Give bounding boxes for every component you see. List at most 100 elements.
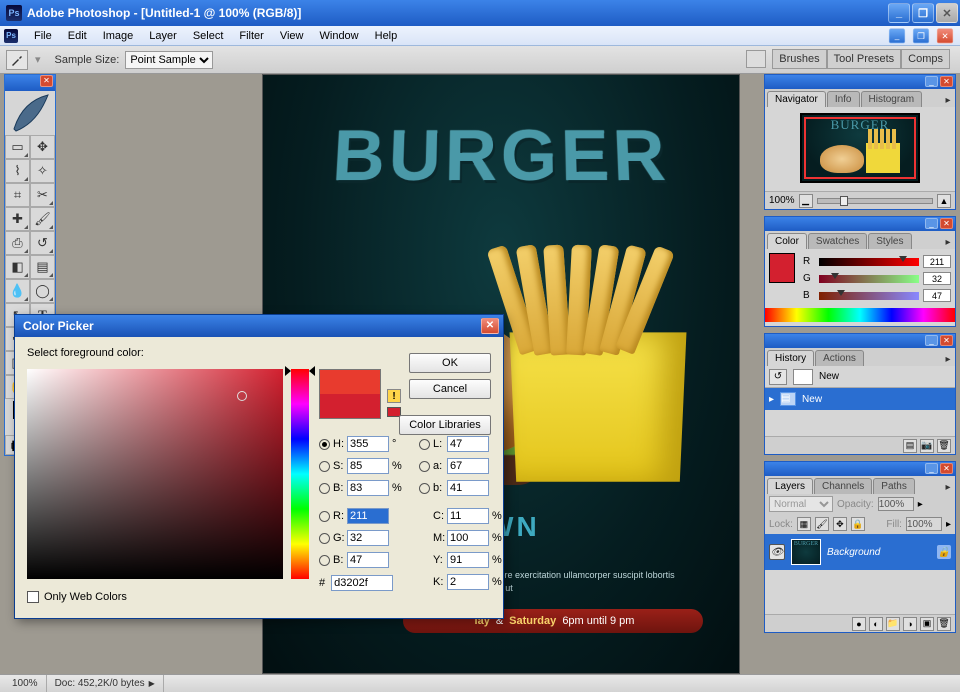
- new-doc-from-state-button[interactable]: ▤: [903, 439, 917, 453]
- hue-slider[interactable]: [291, 369, 309, 579]
- new-set-button[interactable]: 📁: [886, 617, 900, 631]
- radio-h[interactable]: [319, 439, 330, 450]
- toolbox-close-button[interactable]: ✕: [40, 75, 53, 87]
- radio-s[interactable]: [319, 461, 330, 472]
- tab-paths[interactable]: Paths: [873, 478, 915, 494]
- panel-min-button[interactable]: _: [925, 335, 938, 346]
- doc-restore-button[interactable]: ❐: [913, 28, 930, 43]
- opacity-input[interactable]: [878, 497, 914, 511]
- input-bb[interactable]: [447, 480, 489, 496]
- input-s[interactable]: [347, 458, 389, 474]
- panel-menu-icon[interactable]: ▸: [941, 93, 955, 107]
- wand-tool[interactable]: ✧: [30, 159, 55, 183]
- radio-bv[interactable]: [319, 483, 330, 494]
- layer-mask-button[interactable]: ◐: [869, 617, 883, 631]
- slider-b[interactable]: [819, 292, 919, 300]
- zoom-in-button[interactable]: ▲: [937, 194, 951, 208]
- maximize-button[interactable]: ❐: [912, 3, 934, 23]
- doc-minimize-button[interactable]: _: [889, 28, 906, 43]
- history-brush-icon[interactable]: ↺: [769, 369, 787, 385]
- menu-image[interactable]: Image: [95, 30, 142, 42]
- input-a[interactable]: [447, 458, 489, 474]
- value-b[interactable]: 47: [923, 289, 951, 302]
- tab-color[interactable]: Color: [767, 233, 807, 249]
- new-layer-button[interactable]: ▣: [920, 617, 934, 631]
- menu-help[interactable]: Help: [367, 30, 406, 42]
- tab-history[interactable]: History: [767, 350, 814, 366]
- only-web-colors-checkbox[interactable]: [27, 591, 39, 603]
- value-r[interactable]: 211: [923, 255, 951, 268]
- brush-tool[interactable]: 🖌: [30, 207, 55, 231]
- zoom-out-button[interactable]: ▁: [799, 194, 813, 208]
- input-c[interactable]: [447, 508, 489, 524]
- delete-layer-button[interactable]: 🗑: [937, 617, 951, 631]
- healing-tool[interactable]: ✚: [5, 207, 30, 231]
- panel-min-button[interactable]: _: [925, 76, 938, 87]
- dialog-close-button[interactable]: ✕: [481, 318, 499, 334]
- history-brush-tool[interactable]: ↺: [30, 231, 55, 255]
- input-r[interactable]: [347, 508, 389, 524]
- tab-layers[interactable]: Layers: [767, 478, 813, 494]
- color-panel-swatch[interactable]: [769, 253, 795, 283]
- radio-b[interactable]: [319, 555, 330, 566]
- minimize-button[interactable]: _: [888, 3, 910, 23]
- delete-state-button[interactable]: 🗑: [937, 439, 951, 453]
- tab-actions[interactable]: Actions: [815, 350, 864, 366]
- palette-well-icon[interactable]: [746, 50, 766, 68]
- lock-paint-button[interactable]: 🖌: [815, 517, 829, 531]
- navigator-thumbnail[interactable]: BURGER: [800, 113, 920, 183]
- panel-min-button[interactable]: _: [925, 463, 938, 474]
- lock-move-button[interactable]: ✥: [833, 517, 847, 531]
- menu-select[interactable]: Select: [185, 30, 232, 42]
- gamut-warning-icon[interactable]: !: [387, 389, 401, 403]
- input-h[interactable]: [347, 436, 389, 452]
- menu-layer[interactable]: Layer: [141, 30, 185, 42]
- visibility-toggle-icon[interactable]: 👁: [769, 544, 785, 560]
- tab-info[interactable]: Info: [827, 91, 860, 107]
- tab-histogram[interactable]: Histogram: [861, 91, 923, 107]
- panel-close-button[interactable]: ✕: [940, 463, 953, 474]
- lock-transparent-button[interactable]: ▦: [797, 517, 811, 531]
- layer-row-background[interactable]: 👁 BURGER Background 🔒: [765, 534, 955, 570]
- menu-filter[interactable]: Filter: [231, 30, 271, 42]
- panel-menu-icon[interactable]: ▸: [941, 235, 955, 249]
- doc-close-button[interactable]: ✕: [937, 28, 954, 43]
- lasso-tool[interactable]: ⌇: [5, 159, 30, 183]
- status-menu-icon[interactable]: ▶: [149, 679, 155, 688]
- history-snapshot-row[interactable]: ↺ New: [765, 366, 955, 388]
- menu-file[interactable]: File: [26, 30, 60, 42]
- input-g[interactable]: [347, 530, 389, 546]
- dodge-tool[interactable]: ◯: [30, 279, 55, 303]
- move-tool[interactable]: ✥: [30, 135, 55, 159]
- menu-edit[interactable]: Edit: [60, 30, 95, 42]
- input-m[interactable]: [447, 530, 489, 546]
- color-libraries-button[interactable]: Color Libraries: [399, 415, 491, 435]
- panel-close-button[interactable]: ✕: [940, 218, 953, 229]
- input-b[interactable]: [347, 552, 389, 568]
- panel-close-button[interactable]: ✕: [940, 76, 953, 87]
- panel-close-button[interactable]: ✕: [940, 335, 953, 346]
- gradient-tool[interactable]: ▤: [30, 255, 55, 279]
- marquee-tool[interactable]: ▭: [5, 135, 30, 159]
- radio-l[interactable]: [419, 439, 430, 450]
- input-bv[interactable]: [347, 480, 389, 496]
- slider-g[interactable]: [819, 275, 919, 283]
- dock-tab-comps[interactable]: Comps: [901, 49, 950, 69]
- status-doc[interactable]: Doc: 452,2K/0 bytes▶: [47, 675, 164, 692]
- dock-tab-brushes[interactable]: Brushes: [772, 49, 826, 69]
- slider-r[interactable]: [819, 258, 919, 266]
- tool-preset-picker[interactable]: [6, 50, 28, 70]
- eraser-tool[interactable]: ◧: [5, 255, 30, 279]
- blend-mode-select[interactable]: Normal: [769, 496, 833, 512]
- adjustment-layer-button[interactable]: ◑: [903, 617, 917, 631]
- panel-min-button[interactable]: _: [925, 218, 938, 229]
- input-l[interactable]: [447, 436, 489, 452]
- blur-tool[interactable]: 💧: [5, 279, 30, 303]
- tab-navigator[interactable]: Navigator: [767, 91, 826, 107]
- tab-styles[interactable]: Styles: [868, 233, 911, 249]
- input-k[interactable]: [447, 574, 489, 590]
- sample-size-select[interactable]: Point Sample: [125, 51, 213, 69]
- new-snapshot-button[interactable]: 📷: [920, 439, 934, 453]
- tab-swatches[interactable]: Swatches: [808, 233, 867, 249]
- color-field[interactable]: [27, 369, 283, 579]
